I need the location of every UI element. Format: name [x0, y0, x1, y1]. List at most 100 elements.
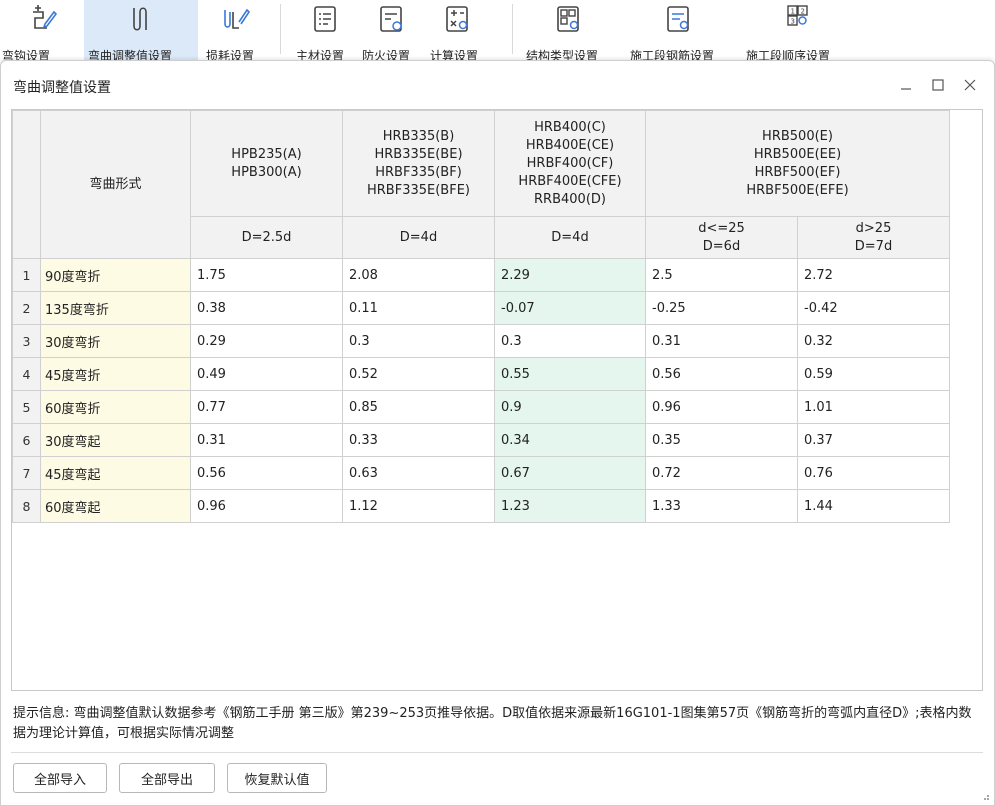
import-all-button[interactable]: 全部导入 — [13, 763, 107, 793]
ribbon-loss-settings[interactable]: 损耗设置 — [204, 0, 266, 63]
bend-adjust-table[interactable]: 弯曲形式 HPB235(A) HPB300(A) HRB335(B) HRB335E… — [11, 109, 983, 691]
dialog-title: 弯曲调整值设置 — [13, 80, 111, 96]
value-cell[interactable]: 0.3 — [494, 324, 646, 358]
ribbon-bend-adjust[interactable]: 弯曲调整值设置 — [84, 0, 198, 63]
row-number[interactable]: 1 — [12, 258, 41, 292]
ribbon-structure-type[interactable]: 结构类型设置 — [526, 0, 610, 63]
subheader-d[interactable]: d<=25 D=6d — [645, 216, 798, 259]
value-cell[interactable]: 0.52 — [342, 357, 495, 391]
value-cell[interactable]: 0.67 — [494, 456, 646, 490]
table-row[interactable]: 3 30度弯折 0.29 0.3 0.3 0.31 0.32 — [12, 324, 950, 358]
value-cell[interactable]: 0.63 — [342, 456, 495, 490]
value-cell[interactable]: 1.44 — [797, 489, 950, 523]
value-cell[interactable]: 1.75 — [190, 258, 343, 292]
ribbon-segment-rebar[interactable]: 施工段钢筋设置 — [622, 0, 734, 63]
loss-icon — [218, 2, 252, 36]
bend-form-cell[interactable]: 60度弯起 — [40, 489, 191, 523]
subheader-d[interactable]: d>25 D=7d — [797, 216, 950, 259]
value-cell[interactable]: 0.96 — [190, 489, 343, 523]
bend-form-cell[interactable]: 135度弯折 — [40, 291, 191, 325]
header-group-hpb[interactable]: HPB235(A) HPB300(A) — [190, 110, 343, 217]
table-row[interactable]: 7 45度弯起 0.56 0.63 0.67 0.72 0.76 — [12, 456, 950, 490]
value-cell[interactable]: 0.32 — [797, 324, 950, 358]
value-cell[interactable]: 0.31 — [190, 423, 343, 457]
table-row[interactable]: 5 60度弯折 0.77 0.85 0.9 0.96 1.01 — [12, 390, 950, 424]
value-cell[interactable]: 0.55 — [494, 357, 646, 391]
close-button[interactable] — [957, 72, 983, 98]
row-number[interactable]: 5 — [12, 390, 41, 424]
value-cell[interactable]: 0.33 — [342, 423, 495, 457]
header-group-hrb335[interactable]: HRB335(B) HRB335E(BE) HRBF335(BF) HRBF335E(… — [342, 110, 495, 217]
subheader-line: d<=25 — [698, 220, 745, 236]
bend-form-cell[interactable]: 30度弯折 — [40, 324, 191, 358]
corner-cell[interactable] — [12, 110, 41, 259]
table-row[interactable]: 2 135度弯折 0.38 0.11 -0.07 -0.25 -0.42 — [12, 291, 950, 325]
value-cell[interactable]: 0.59 — [797, 357, 950, 391]
table-row[interactable]: 4 45度弯折 0.49 0.52 0.55 0.56 0.59 — [12, 357, 950, 391]
material-settings-icon — [308, 2, 342, 36]
value-cell[interactable]: -0.42 — [797, 291, 950, 325]
header-bend-form[interactable]: 弯曲形式 — [40, 110, 191, 259]
value-cell[interactable]: 0.11 — [342, 291, 495, 325]
value-cell[interactable]: 0.96 — [645, 390, 798, 424]
ribbon-calc-settings[interactable]: 计算设置 — [426, 0, 488, 63]
value-cell[interactable]: 0.85 — [342, 390, 495, 424]
ribbon-segment-order[interactable]: 123 施工段顺序设置 — [740, 0, 854, 63]
value-cell[interactable]: 0.9 — [494, 390, 646, 424]
subheader-d[interactable]: D=4d — [494, 216, 646, 259]
restore-default-button[interactable]: 恢复默认值 — [227, 763, 327, 793]
row-number[interactable]: 8 — [12, 489, 41, 523]
header-group-hrb400[interactable]: HRB400(C) HRB400E(CE) HRBF400(CF) HRBF400E(… — [494, 110, 646, 217]
bend-form-cell[interactable]: 30度弯起 — [40, 423, 191, 457]
value-cell[interactable]: 0.35 — [645, 423, 798, 457]
bend-form-cell[interactable]: 60度弯折 — [40, 390, 191, 424]
bend-form-cell[interactable]: 90度弯折 — [40, 258, 191, 292]
row-number[interactable]: 6 — [12, 423, 41, 457]
value-cell[interactable]: 0.34 — [494, 423, 646, 457]
value-cell[interactable]: 1.23 — [494, 489, 646, 523]
value-cell[interactable]: 0.38 — [190, 291, 343, 325]
subheader-d[interactable]: D=4d — [342, 216, 495, 259]
value-cell[interactable]: 2.5 — [645, 258, 798, 292]
value-cell[interactable]: 0.37 — [797, 423, 950, 457]
value-cell[interactable]: 0.29 — [190, 324, 343, 358]
ribbon-fire-settings[interactable]: 防火设置 — [360, 0, 422, 63]
resize-grip-icon[interactable] — [980, 791, 990, 801]
value-cell[interactable]: 0.72 — [645, 456, 798, 490]
export-all-button[interactable]: 全部导出 — [119, 763, 215, 793]
table-row[interactable]: 6 30度弯起 0.31 0.33 0.34 0.35 0.37 — [12, 423, 950, 457]
svg-text:3: 3 — [791, 18, 795, 26]
value-cell[interactable]: 0.56 — [190, 456, 343, 490]
minimize-button[interactable] — [893, 72, 919, 98]
ribbon-hook-settings[interactable]: 弯钩设置 — [2, 0, 72, 63]
dialog-titlebar[interactable]: 弯曲调整值设置 — [1, 61, 994, 111]
row-number[interactable]: 4 — [12, 357, 41, 391]
header-group-hrb500[interactable]: HRB500(E) HRB500E(EE) HRBF500(EF) HRBF500E(… — [645, 110, 950, 217]
value-cell[interactable]: 1.33 — [645, 489, 798, 523]
value-cell[interactable]: 2.72 — [797, 258, 950, 292]
maximize-button[interactable] — [925, 72, 951, 98]
value-cell[interactable]: 0.77 — [190, 390, 343, 424]
row-number[interactable]: 7 — [12, 456, 41, 490]
value-cell[interactable]: 2.08 — [342, 258, 495, 292]
value-cell[interactable]: 0.56 — [645, 357, 798, 391]
divider — [11, 752, 983, 753]
value-cell[interactable]: 0.76 — [797, 456, 950, 490]
value-cell[interactable]: -0.07 — [494, 291, 646, 325]
value-cell[interactable]: 1.12 — [342, 489, 495, 523]
table-row[interactable]: 8 60度弯起 0.96 1.12 1.23 1.33 1.44 — [12, 489, 950, 523]
value-cell[interactable]: 0.31 — [645, 324, 798, 358]
value-cell[interactable]: 2.29 — [494, 258, 646, 292]
value-cell[interactable]: 0.3 — [342, 324, 495, 358]
value-cell[interactable]: 0.49 — [190, 357, 343, 391]
value-cell[interactable]: -0.25 — [645, 291, 798, 325]
bend-form-cell[interactable]: 45度弯起 — [40, 456, 191, 490]
ribbon-material-settings[interactable]: 主材设置 — [294, 0, 356, 63]
row-number[interactable]: 2 — [12, 291, 41, 325]
subheader-d[interactable]: D=2.5d — [190, 216, 343, 259]
row-number[interactable]: 3 — [12, 324, 41, 358]
bend-form-cell[interactable]: 45度弯折 — [40, 357, 191, 391]
value-cell[interactable]: 1.01 — [797, 390, 950, 424]
bend-adjust-icon — [124, 2, 158, 36]
table-row[interactable]: 1 90度弯折 1.75 2.08 2.29 2.5 2.72 — [12, 258, 950, 292]
